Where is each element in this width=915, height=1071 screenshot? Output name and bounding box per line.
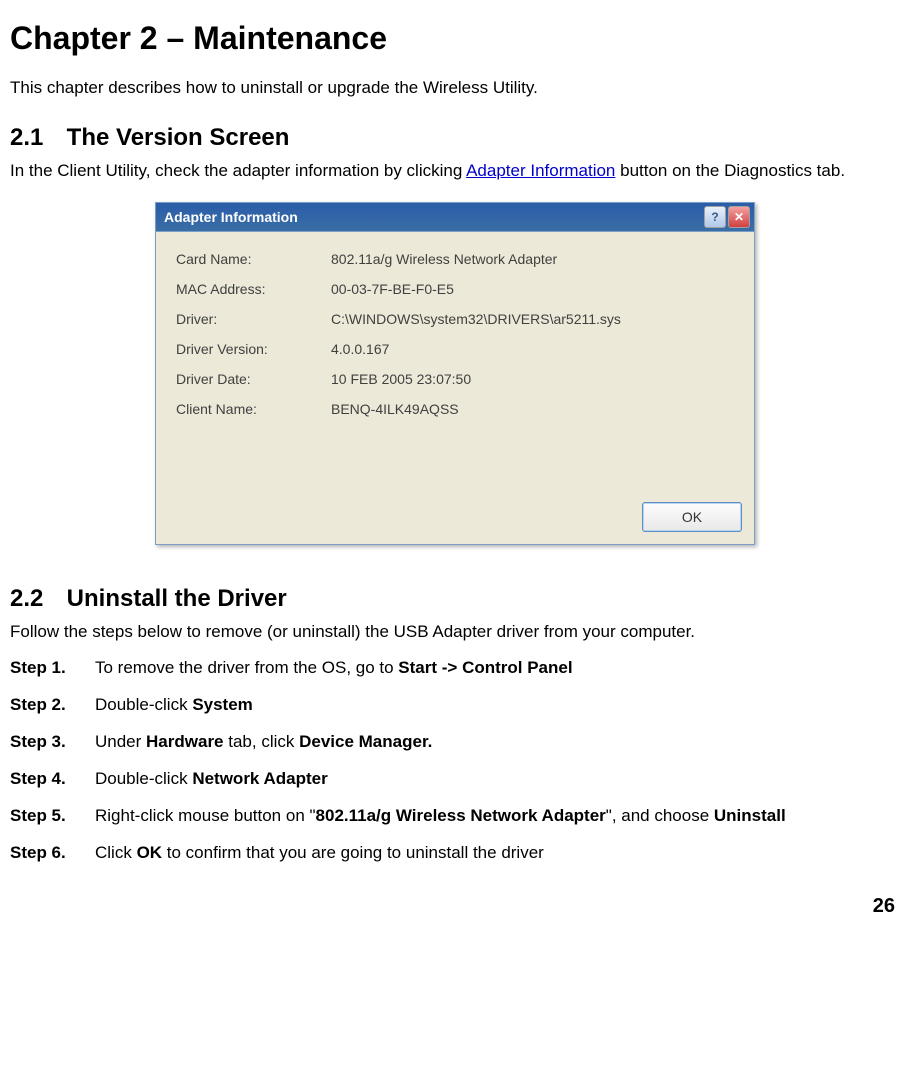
info-value: C:\WINDOWS\system32\DRIVERS\ar5211.sys <box>331 311 738 327</box>
step-text: Under Hardware tab, click Device Manager… <box>95 731 900 754</box>
step-row: Step 3. Under Hardware tab, click Device… <box>10 731 900 754</box>
step-text-before: Double-click <box>95 769 192 788</box>
step-row: Step 4. Double-click Network Adapter <box>10 768 900 791</box>
info-label: Driver Version: <box>176 341 331 357</box>
section-2-1-heading: 2.1 The Version Screen <box>10 124 900 152</box>
step-row: Step 1. To remove the driver from the OS… <box>10 657 900 680</box>
steps-list: Step 1. To remove the driver from the OS… <box>10 657 900 865</box>
step-text-before: Double-click <box>95 695 192 714</box>
text-prefix: In the Client Utility, check the adapter… <box>10 161 466 180</box>
intro-paragraph: This chapter describes how to uninstall … <box>10 77 900 99</box>
step-text: To remove the driver from the OS, go to … <box>95 657 900 680</box>
section-title: Uninstall the Driver <box>67 585 287 612</box>
step-text-before: Under <box>95 732 146 751</box>
dialog-titlebar: Adapter Information ? ✕ <box>156 203 754 232</box>
step-text-bold: System <box>192 695 252 714</box>
close-icon[interactable]: ✕ <box>728 206 750 228</box>
step-label: Step 1. <box>10 657 95 680</box>
info-value: 802.11a/g Wireless Network Adapter <box>331 251 738 267</box>
step-label: Step 6. <box>10 842 95 865</box>
info-label: Card Name: <box>176 251 331 267</box>
dialog-footer: OK <box>156 494 754 544</box>
section-2-2-intro: Follow the steps below to remove (or uni… <box>10 621 900 643</box>
info-row: Driver Date: 10 FEB 2005 23:07:50 <box>176 364 738 394</box>
step-text-bold: OK <box>137 843 163 862</box>
adapter-information-dialog: Adapter Information ? ✕ Card Name: 802.1… <box>155 202 755 545</box>
step-text-bold: Network Adapter <box>192 769 327 788</box>
step-text-bold2: Device Manager. <box>299 732 432 751</box>
info-row: Driver Version: 4.0.0.167 <box>176 334 738 364</box>
text-suffix: button on the Diagnostics tab. <box>615 161 845 180</box>
step-row: Step 5. Right-click mouse button on "802… <box>10 805 900 828</box>
adapter-information-link[interactable]: Adapter Information <box>466 161 615 180</box>
info-row: Card Name: 802.11a/g Wireless Network Ad… <box>176 244 738 274</box>
step-text-bold: 802.11a/g Wireless Network Adapter <box>316 806 606 825</box>
dialog-title: Adapter Information <box>160 209 704 225</box>
section-number: 2.1 <box>10 124 60 152</box>
step-text-bold: Start -> Control Panel <box>398 658 572 677</box>
step-row: Step 6. Click OK to confirm that you are… <box>10 842 900 865</box>
step-text: Right-click mouse button on "802.11a/g W… <box>95 805 900 828</box>
dialog-screenshot: Adapter Information ? ✕ Card Name: 802.1… <box>155 202 755 545</box>
info-value: 00-03-7F-BE-F0-E5 <box>331 281 738 297</box>
chapter-title: Chapter 2 – Maintenance <box>10 20 900 57</box>
titlebar-buttons: ? ✕ <box>704 206 750 228</box>
step-text-before: To remove the driver from the OS, go to <box>95 658 398 677</box>
step-text-mid: tab, click <box>224 732 300 751</box>
section-title: The Version Screen <box>67 124 290 151</box>
step-text-bold: Hardware <box>146 732 223 751</box>
step-label: Step 3. <box>10 731 95 754</box>
section-2-2-heading: 2.2 Uninstall the Driver <box>10 585 900 613</box>
step-text-before: Click <box>95 843 137 862</box>
step-text: Double-click System <box>95 694 900 717</box>
info-value: 10 FEB 2005 23:07:50 <box>331 371 738 387</box>
info-label: Driver: <box>176 311 331 327</box>
dialog-body: Card Name: 802.11a/g Wireless Network Ad… <box>156 232 754 494</box>
page-number: 26 <box>10 895 900 918</box>
info-value: 4.0.0.167 <box>331 341 738 357</box>
info-value: BENQ-4ILK49AQSS <box>331 401 738 417</box>
step-label: Step 2. <box>10 694 95 717</box>
step-label: Step 5. <box>10 805 95 828</box>
help-icon[interactable]: ? <box>704 206 726 228</box>
info-row: Client Name: BENQ-4ILK49AQSS <box>176 394 738 424</box>
step-text-bold2: Uninstall <box>714 806 786 825</box>
step-row: Step 2. Double-click System <box>10 694 900 717</box>
ok-button[interactable]: OK <box>642 502 742 532</box>
step-text-mid: ", and choose <box>606 806 714 825</box>
info-row: Driver: C:\WINDOWS\system32\DRIVERS\ar52… <box>176 304 738 334</box>
step-text: Click OK to confirm that you are going t… <box>95 842 900 865</box>
step-text: Double-click Network Adapter <box>95 768 900 791</box>
section-2-1-text: In the Client Utility, check the adapter… <box>10 160 900 182</box>
info-row: MAC Address: 00-03-7F-BE-F0-E5 <box>176 274 738 304</box>
step-text-before: Right-click mouse button on " <box>95 806 316 825</box>
step-label: Step 4. <box>10 768 95 791</box>
section-number: 2.2 <box>10 585 60 613</box>
info-label: Driver Date: <box>176 371 331 387</box>
info-label: MAC Address: <box>176 281 331 297</box>
info-label: Client Name: <box>176 401 331 417</box>
dialog-spacer <box>176 424 738 494</box>
step-text-after: to confirm that you are going to uninsta… <box>162 843 544 862</box>
